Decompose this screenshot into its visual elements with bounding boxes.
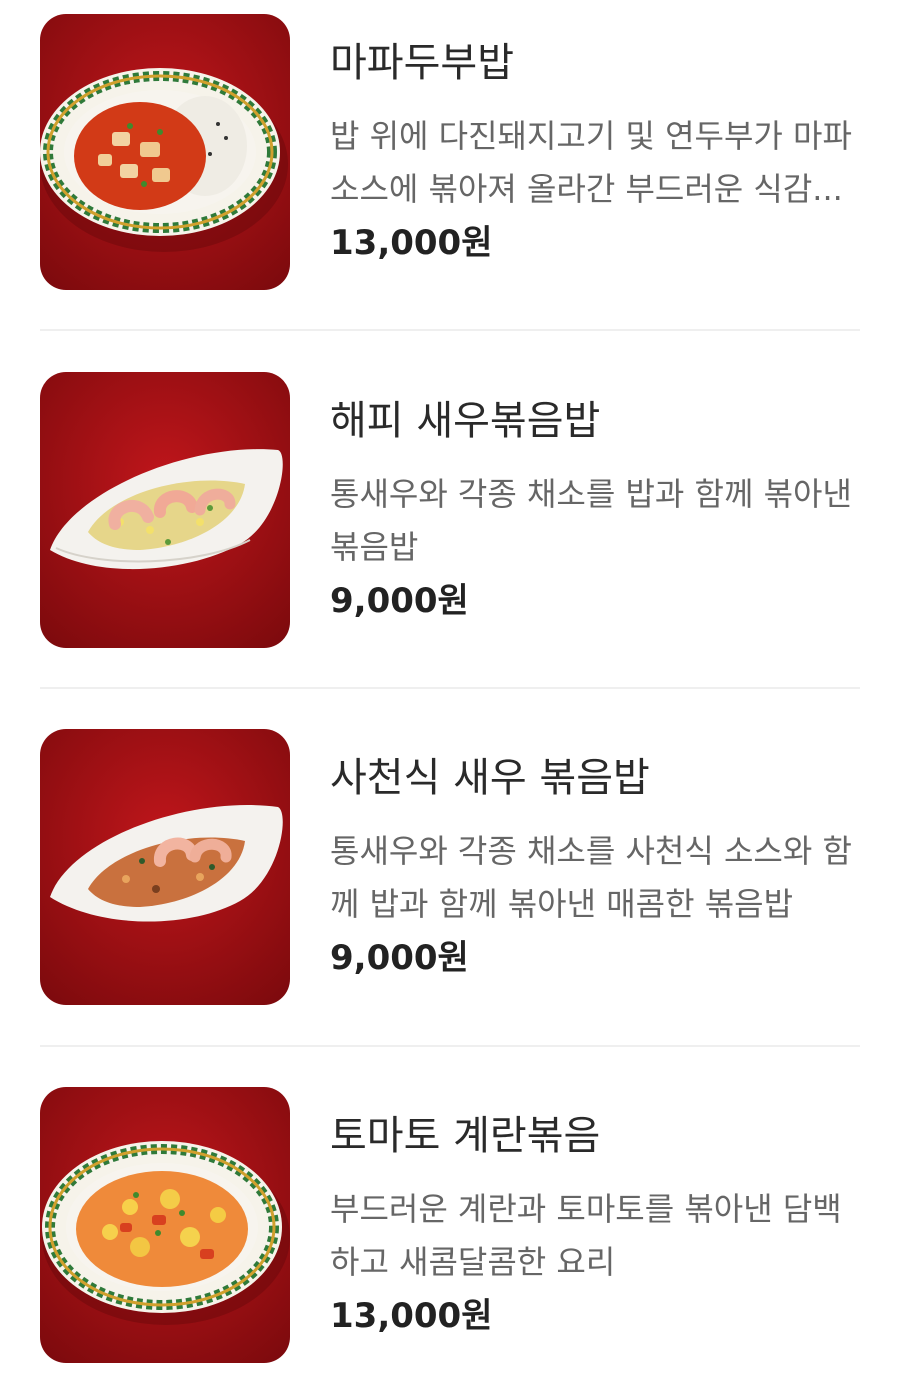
- menu-item-description: 밥 위에 다진돼지고기 및 연두부가 마파 소스에 볶아져 올라간 부드러운 식…: [330, 110, 860, 216]
- item-divider: [40, 329, 860, 331]
- menu-item-tomato-egg-stirfry[interactable]: 토마토 계란볶음 부드러운 계란과 토마토를 볶아낸 담백 하고 새콤달콤한 요…: [40, 1087, 860, 1363]
- menu-item-sichuan-shrimp-fried-rice[interactable]: 사천식 새우 볶음밥 통새우와 각종 채소를 사천식 소스와 함 께 밥과 함께…: [40, 729, 860, 1005]
- sichuan-shrimp-fried-rice-photo[interactable]: [40, 729, 290, 1005]
- description-line: 통새우와 각종 채소를 밥과 함께 볶아낸: [330, 475, 852, 513]
- menu-item-happy-shrimp-fried-rice[interactable]: 해피 새우볶음밥 통새우와 각종 채소를 밥과 함께 볶아낸 볶음밥 9,000…: [40, 372, 860, 648]
- menu-item-name: 마파두부밥: [330, 40, 514, 86]
- description-line: 부드러운 계란과 토마토를 볶아낸 담백: [330, 1190, 842, 1228]
- menu-item-price: 9,000원: [330, 581, 469, 621]
- description-line: 하고 새콤달콤한 요리: [330, 1243, 616, 1281]
- menu-item-price: 13,000원: [330, 223, 493, 263]
- tomato-egg-stirfry-photo[interactable]: [40, 1087, 290, 1363]
- description-line: 께 밥과 함께 볶아낸 매콤한 볶음밥: [330, 885, 794, 923]
- item-divider: [40, 1045, 860, 1047]
- menu-item-name: 사천식 새우 볶음밥: [330, 755, 650, 801]
- mapo-tofu-rice-photo[interactable]: [40, 14, 290, 290]
- shrimp-fried-rice-photo[interactable]: [40, 372, 290, 648]
- description-line: 통새우와 각종 채소를 사천식 소스와 함: [330, 832, 852, 870]
- item-divider: [40, 687, 860, 689]
- menu-item-mapo-tofu-rice[interactable]: 마파두부밥 밥 위에 다진돼지고기 및 연두부가 마파 소스에 볶아져 올라간 …: [40, 14, 860, 290]
- menu-item-name: 해피 새우볶음밥: [330, 398, 601, 444]
- menu-item-price: 9,000원: [330, 938, 469, 978]
- menu-item-price: 13,000원: [330, 1296, 493, 1336]
- menu-item-name: 토마토 계란볶음: [330, 1113, 601, 1159]
- menu-item-description: 부드러운 계란과 토마토를 볶아낸 담백 하고 새콤달콤한 요리: [330, 1183, 860, 1289]
- menu-item-description: 통새우와 각종 채소를 사천식 소스와 함 께 밥과 함께 볶아낸 매콤한 볶음…: [330, 825, 860, 931]
- menu-item-description: 통새우와 각종 채소를 밥과 함께 볶아낸 볶음밥: [330, 468, 860, 574]
- description-line: 소스에 볶아져 올라간 부드러운 식감...: [330, 170, 843, 208]
- description-line: 볶음밥: [330, 528, 419, 566]
- description-line: 밥 위에 다진돼지고기 및 연두부가 마파: [330, 117, 852, 155]
